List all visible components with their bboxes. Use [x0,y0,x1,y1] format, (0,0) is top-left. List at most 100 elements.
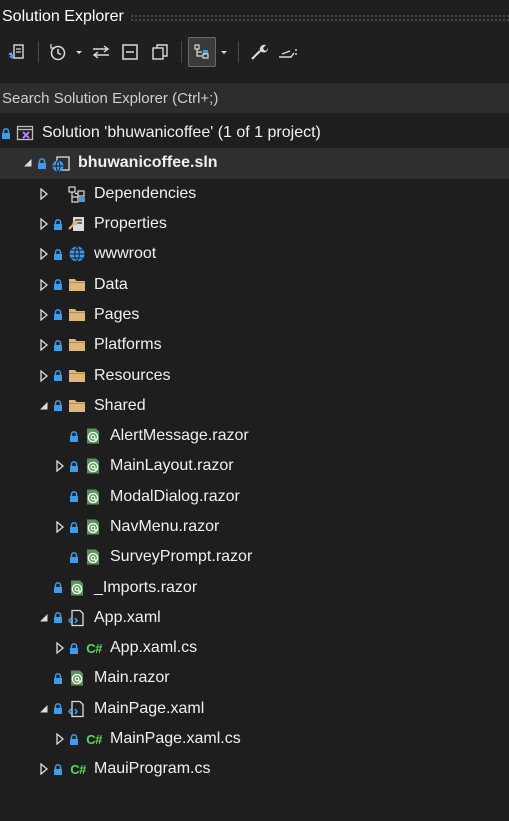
tree-item[interactable]: ModalDialog.razor [0,482,509,512]
tree-item-label: Shared [94,396,146,414]
lock-icon [52,670,64,686]
tree-item[interactable]: Resources [0,360,509,390]
preview-selected-items-button[interactable] [273,38,303,66]
tree-item[interactable]: wwwroot [0,239,509,269]
folder-icon [67,305,87,325]
pending-changes-dropdown[interactable] [71,38,87,66]
tree-item-label: MainLayout.razor [110,457,234,475]
lock-icon [52,216,64,232]
file-nesting-icon [193,43,211,61]
lock-icon [52,580,64,596]
tree-item[interactable]: Solution 'bhuwanicoffee' (1 of 1 project… [0,118,509,148]
preview-icon [277,42,299,62]
no-arrow [52,489,68,505]
collapsed-arrow-icon[interactable] [36,761,52,777]
collapsed-arrow-icon[interactable] [52,731,68,747]
lock-icon [68,731,80,747]
tree-item[interactable]: MainPage.xaml [0,694,509,724]
tree-item-label: NavMenu.razor [110,518,220,535]
csharp-file-icon: C# [86,731,102,747]
collapsed-arrow-icon[interactable] [52,640,68,656]
tree-item[interactable]: _Imports.razor [0,572,509,602]
toolbar-separator [238,41,239,63]
tree-item[interactable]: Main.razor [0,663,509,693]
razor-file-icon [83,487,103,507]
tree-item-label: Platforms [94,336,162,354]
collapse-all-icon [120,42,140,62]
collapse-all-button[interactable] [115,38,145,66]
tree-item[interactable]: C# App.xaml.cs [0,633,509,663]
tree-item[interactable]: Properties [0,209,509,239]
tree-item[interactable]: NavMenu.razor [0,512,509,542]
tree-item[interactable]: C# MainPage.xaml.cs [0,724,509,754]
lock-icon [68,428,80,444]
switch-views-icon [6,42,26,62]
tree-item[interactable]: C# MauiProgram.cs [0,754,509,784]
expanded-arrow-icon[interactable] [36,398,52,414]
copy-files-icon [150,42,170,62]
tree-item[interactable]: bhuwanicoffee.sln [0,148,509,179]
razor-file-icon [67,578,87,598]
lock-icon [52,277,64,293]
collapsed-arrow-icon[interactable] [36,186,52,202]
collapsed-arrow-icon[interactable] [36,337,52,353]
folder-icon [67,366,87,386]
lock-icon [52,246,64,262]
lock-icon [68,489,80,505]
tree-item-label: Properties [94,215,167,233]
properties-button[interactable] [245,38,273,66]
wrench-icon [249,42,269,62]
collapsed-arrow-icon[interactable] [36,246,52,262]
globe-icon [67,244,87,264]
tree-item[interactable]: Platforms [0,330,509,360]
lock-icon [68,519,80,535]
toolbar-separator [181,41,182,63]
lock-icon [52,368,64,384]
lock-icon [52,307,64,323]
file-nesting-dropdown[interactable] [216,38,232,66]
collapsed-arrow-icon[interactable] [52,458,68,474]
lock-icon [52,398,64,414]
collapsed-arrow-icon[interactable] [52,519,68,535]
tree-item-label: MainPage.xaml.cs [110,730,241,748]
tree-item[interactable]: Data [0,269,509,299]
tree-item-label: bhuwanicoffee.sln [78,154,218,172]
collapsed-arrow-icon[interactable] [36,216,52,232]
tree-item[interactable]: Shared [0,391,509,421]
tree-item-label: Data [94,275,128,293]
tree-item[interactable]: Pages [0,300,509,330]
tree-item[interactable]: Dependencies [0,179,509,209]
csharp-file-icon: C# [70,761,86,777]
tree-item-label: App.xaml.cs [110,639,198,657]
window-title: Solution Explorer [2,8,124,25]
collapsed-arrow-icon[interactable] [36,277,52,293]
razor-file-icon [83,517,103,537]
expanded-arrow-icon[interactable] [36,701,52,717]
expanded-arrow-icon[interactable] [36,610,52,626]
no-arrow [52,428,68,444]
tree-item[interactable]: App.xaml [0,603,509,633]
pending-changes-filter-button[interactable] [45,38,71,66]
show-file-nesting-button[interactable] [188,37,216,67]
tree-item[interactable]: MainLayout.razor [0,451,509,481]
razor-file-icon [67,668,87,688]
no-arrow [36,580,52,596]
lock-icon [68,549,80,565]
razor-file-icon [83,426,103,446]
search-input[interactable] [0,83,509,113]
dependencies-icon [67,184,87,204]
collapsed-arrow-icon[interactable] [36,307,52,323]
show-all-files-button[interactable] [145,38,175,66]
tree-item[interactable]: AlertMessage.razor [0,421,509,451]
expanded-arrow-icon[interactable] [20,155,36,171]
no-lock [52,186,64,202]
title-grip[interactable] [129,13,509,21]
tree-item[interactable]: SurveyPrompt.razor [0,542,509,572]
sync-with-active-document-button[interactable] [87,38,115,66]
collapsed-arrow-icon[interactable] [36,368,52,384]
title-bar: Solution Explorer [0,0,509,34]
chevron-down-icon [74,47,84,57]
switch-views-button[interactable] [0,38,32,66]
history-clock-icon [48,42,68,62]
tree-item-label: SurveyPrompt.razor [110,548,253,566]
